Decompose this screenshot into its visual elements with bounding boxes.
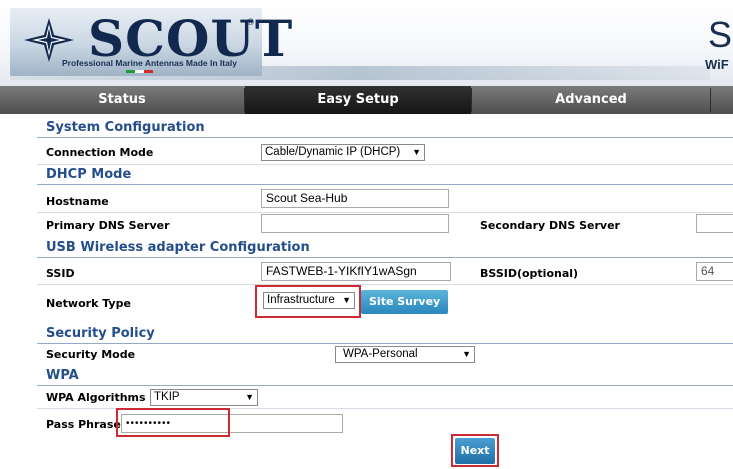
section-system-configuration: System Configuration	[37, 118, 733, 138]
chevron-down-icon: ▼	[412, 147, 421, 157]
logo-text: SCOUT	[88, 9, 294, 68]
section-title: WPA	[46, 368, 79, 383]
ssid-label: SSID	[46, 267, 75, 280]
header-title: S	[708, 14, 733, 55]
network-type-label: Network Type	[46, 297, 131, 310]
hostname-input[interactable]: Scout Sea-Hub	[261, 189, 449, 208]
chevron-down-icon: ▼	[462, 349, 471, 359]
secondary-dns-input[interactable]	[696, 214, 733, 233]
pass-phrase-highlight	[116, 408, 230, 437]
hostname-label: Hostname	[46, 195, 109, 208]
ssid-input[interactable]: FASTWEB-1-YIKfIY1wASgn	[261, 262, 451, 281]
row-divider	[37, 284, 733, 285]
header: SCOUT ® Professional Marine Antennas Mad…	[0, 0, 733, 86]
site-survey-button[interactable]: Site Survey	[361, 290, 449, 314]
row-divider	[37, 212, 733, 213]
bssid-input[interactable]: 64	[696, 262, 733, 281]
section-title: USB Wireless adapter Configuration	[46, 240, 310, 255]
primary-dns-input[interactable]	[261, 214, 449, 233]
section-usb-wireless: USB Wireless adapter Configuration	[37, 238, 733, 258]
network-type-highlight	[255, 285, 361, 318]
section-title: System Configuration	[46, 120, 205, 135]
connection-mode-select[interactable]: Cable/Dynamic IP (DHCP) ▼	[261, 144, 425, 161]
security-mode-value: WPA-Personal	[343, 348, 418, 360]
wpa-algorithms-value: TKIP	[154, 391, 180, 403]
security-mode-label: Security Mode	[46, 348, 136, 361]
pass-phrase-label: Pass Phrase	[46, 418, 121, 431]
primary-dns-label: Primary DNS Server	[46, 219, 170, 232]
logo-tagline: Professional Marine Antennas Made In Ita…	[62, 58, 237, 68]
section-security-policy: Security Policy	[37, 324, 733, 344]
section-dhcp-mode: DHCP Mode	[37, 165, 733, 185]
logo-registered-mark: ®	[246, 18, 255, 28]
bssid-label: BSSID(optional)	[480, 267, 579, 280]
chevron-down-icon: ▼	[245, 392, 254, 402]
security-mode-select[interactable]: WPA-Personal ▼	[335, 346, 475, 363]
wpa-algorithms-select[interactable]: TKIP ▼	[150, 389, 258, 406]
tab-advanced[interactable]: Advanced	[472, 86, 710, 114]
logo[interactable]: SCOUT ® Professional Marine Antennas Mad…	[10, 8, 292, 76]
tab-bar: Status Easy Setup Advanced	[0, 86, 733, 114]
tab-easy-setup[interactable]: Easy Setup	[245, 86, 471, 114]
next-button-highlight	[451, 434, 499, 467]
secondary-dns-label: Secondary DNS Server	[480, 219, 620, 232]
section-title: Security Policy	[46, 326, 155, 341]
section-wpa: WPA	[37, 366, 733, 386]
italian-flag-icon	[126, 70, 153, 73]
header-subtitle: WiF	[705, 57, 729, 72]
connection-mode-value: Cable/Dynamic IP (DHCP)	[265, 146, 401, 158]
tab-divider	[710, 88, 711, 112]
tab-status[interactable]: Status	[0, 86, 244, 114]
wpa-algorithms-label: WPA Algorithms	[46, 391, 146, 404]
compass-star-icon	[24, 18, 74, 62]
section-title: DHCP Mode	[46, 167, 132, 182]
connection-mode-label: Connection Mode	[46, 146, 154, 159]
